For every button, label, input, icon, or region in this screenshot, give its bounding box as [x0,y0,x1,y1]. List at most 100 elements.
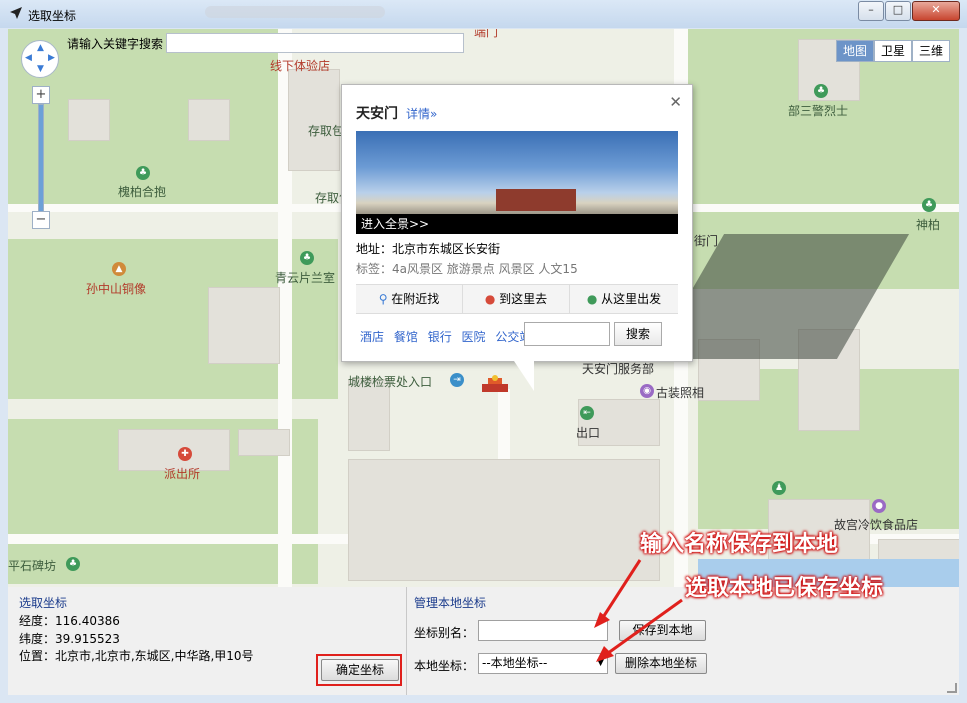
popup-search-input[interactable] [524,322,610,346]
panorama-link[interactable]: 进入全景>> [356,214,678,234]
tab-from-here[interactable]: ● 从这里出发 [570,285,678,313]
tab-nearby[interactable]: ⚲ 在附近找 [356,285,463,313]
tab-label: 在附近找 [391,292,440,306]
local-coords-label: 本地坐标： [414,659,475,673]
pan-control[interactable]: ▲ ▼ ◀ ▶ [21,40,59,78]
popup-search-button[interactable]: 搜索 [614,322,662,346]
poi-label[interactable]: 古装照相 [656,384,704,401]
bottom-panel: 选取坐标 经度：116.40386 纬度：39.915523 位置：北京市,北京… [8,587,959,695]
zoom-in-button[interactable]: + [32,86,50,104]
link-restaurant[interactable]: 餐馆 [394,330,418,344]
local-coords-select[interactable]: --本地坐标-- ▼ [478,653,608,674]
cursor-arrow-icon [10,7,22,19]
building [188,99,230,141]
popup-close-icon[interactable]: ✕ [669,93,682,111]
road [498,389,510,459]
zoom-out-button[interactable]: − [32,211,50,229]
building [288,69,340,171]
landmark-icon[interactable]: ▲ [112,262,126,276]
maptype-3d[interactable]: 三维 [912,40,950,62]
resize-grip-icon[interactable] [947,683,957,693]
panorama-image[interactable]: 进入全景>> [356,131,678,234]
link-hotel[interactable]: 酒店 [360,330,384,344]
search-icon: ⚲ [378,292,392,306]
tab-label: 到这里去 [499,292,548,306]
alias-input[interactable] [478,620,608,641]
park-icon[interactable]: ♣ [814,84,828,98]
search-input[interactable] [166,33,464,53]
location-marker-icon[interactable] [480,374,510,394]
poi-label[interactable]: 线下体验店 [270,57,330,74]
search-label: 请输入关键字搜索 [67,37,164,51]
manage-title: 管理本地坐标 [414,596,487,610]
popup-tabs: ⚲ 在附近找 ● 到这里去 ● 从这里出发 [356,284,678,314]
exit-icon[interactable]: ⇤ [580,406,594,420]
popup-tail [514,361,534,391]
map-area[interactable]: 线下体验店 端门 存取包 存取包 ♣ 槐柏合抱 ▲ 孙中山铜像 ♣ 青云片兰室 … [8,29,959,587]
app-window: 选取坐标 – □ ✕ 线下体验店 端门 存取包 存取包 ♣ 槐柏合抱 ▲ 孙中山… [0,0,967,703]
location-label: 位置： [19,649,56,663]
popup-tags: 标签：4a风景区 旅游景点 风景区 人文15 [356,262,578,276]
restroom-icon[interactable]: ♟ [772,481,786,495]
link-bank[interactable]: 银行 [428,330,452,344]
selected-coords-title: 选取坐标 [19,596,68,610]
tab-go-here[interactable]: ● 到这里去 [463,285,570,313]
poi-label[interactable]: 槐柏合抱 [118,183,166,200]
minimize-button[interactable]: – [858,1,884,21]
poi-label[interactable]: 孙中山铜像 [86,280,146,297]
location-value: 北京市,北京市,东城区,中华路,甲10号 [55,649,254,663]
pan-up-icon[interactable]: ▲ [37,43,44,53]
longitude-label: 经度： [19,614,56,628]
poi-label[interactable]: 天安门服务部 [582,360,654,377]
poi-info-popup: 天安门 详情» ✕ 进入全景>> 地址：北京市东城区长安街 标签：4a风景区 旅… [341,84,693,391]
poi-label[interactable]: 出口 [576,424,600,441]
zoom-slider[interactable] [38,104,44,216]
poi-label[interactable]: 派出所 [164,465,200,482]
park-icon[interactable]: ♣ [66,557,80,571]
blurred-title [205,6,385,18]
poi-label[interactable]: 故宫冷饮食品店 [834,516,918,533]
poi-label[interactable]: 城楼检票处入口 [348,373,432,390]
entrance-icon[interactable]: ⇥ [450,373,464,387]
longitude-value: 116.40386 [55,614,120,628]
camera-icon[interactable]: ◉ [640,384,654,398]
popup-address: 地址：北京市东城区长安街 [356,242,501,256]
poi-label[interactable]: 端门 [474,29,498,40]
longitude-row: 经度：116.40386 [19,612,120,629]
window-title: 选取坐标 [28,9,77,23]
maximize-button[interactable]: □ [885,1,911,21]
poi-label[interactable]: 神柏 [916,216,940,233]
annotation-arrow-icon [596,598,683,662]
highlight-box [316,654,402,686]
poi-label[interactable]: 街门 [694,232,718,249]
annotation-save: 输入名称保存到本地 [640,532,839,557]
location-row: 位置：北京市,北京市,东城区,中华路,甲10号 [19,647,254,664]
poi-label[interactable]: 部三警烈士 [788,102,848,119]
park-icon[interactable]: ♣ [136,166,150,180]
building [208,287,280,364]
park-icon[interactable]: ♣ [922,198,936,212]
police-icon[interactable]: ✚ [178,447,192,461]
link-hospital[interactable]: 医院 [462,330,486,344]
popup-detail-link[interactable]: 详情» [406,105,437,122]
latitude-label: 纬度： [19,632,56,646]
poi-label[interactable]: 平石碑坊 [8,557,56,574]
pin-icon: ● [484,292,500,306]
annotation-select: 选取本地已保存坐标 [685,576,884,601]
maptype-map[interactable]: 地图 [836,40,874,62]
pan-down-icon[interactable]: ▼ [37,64,44,74]
park-icon[interactable]: ♣ [300,251,314,265]
poi-label[interactable]: 存取包 [308,122,344,139]
close-button[interactable]: ✕ [912,1,960,21]
pan-left-icon[interactable]: ◀ [25,53,32,63]
tab-label: 从这里出发 [601,292,662,306]
maptype-satellite[interactable]: 卫星 [874,40,912,62]
pan-right-icon[interactable]: ▶ [48,53,55,63]
poi-label[interactable]: 青云片兰室 [275,269,335,286]
gate-image [496,189,576,211]
category-links: 酒店 餐馆 银行 医院 公交站 [360,328,537,345]
building [68,99,110,141]
building [238,429,290,456]
shop-icon[interactable]: ● [872,499,886,513]
latitude-row: 纬度：39.915523 [19,630,120,647]
